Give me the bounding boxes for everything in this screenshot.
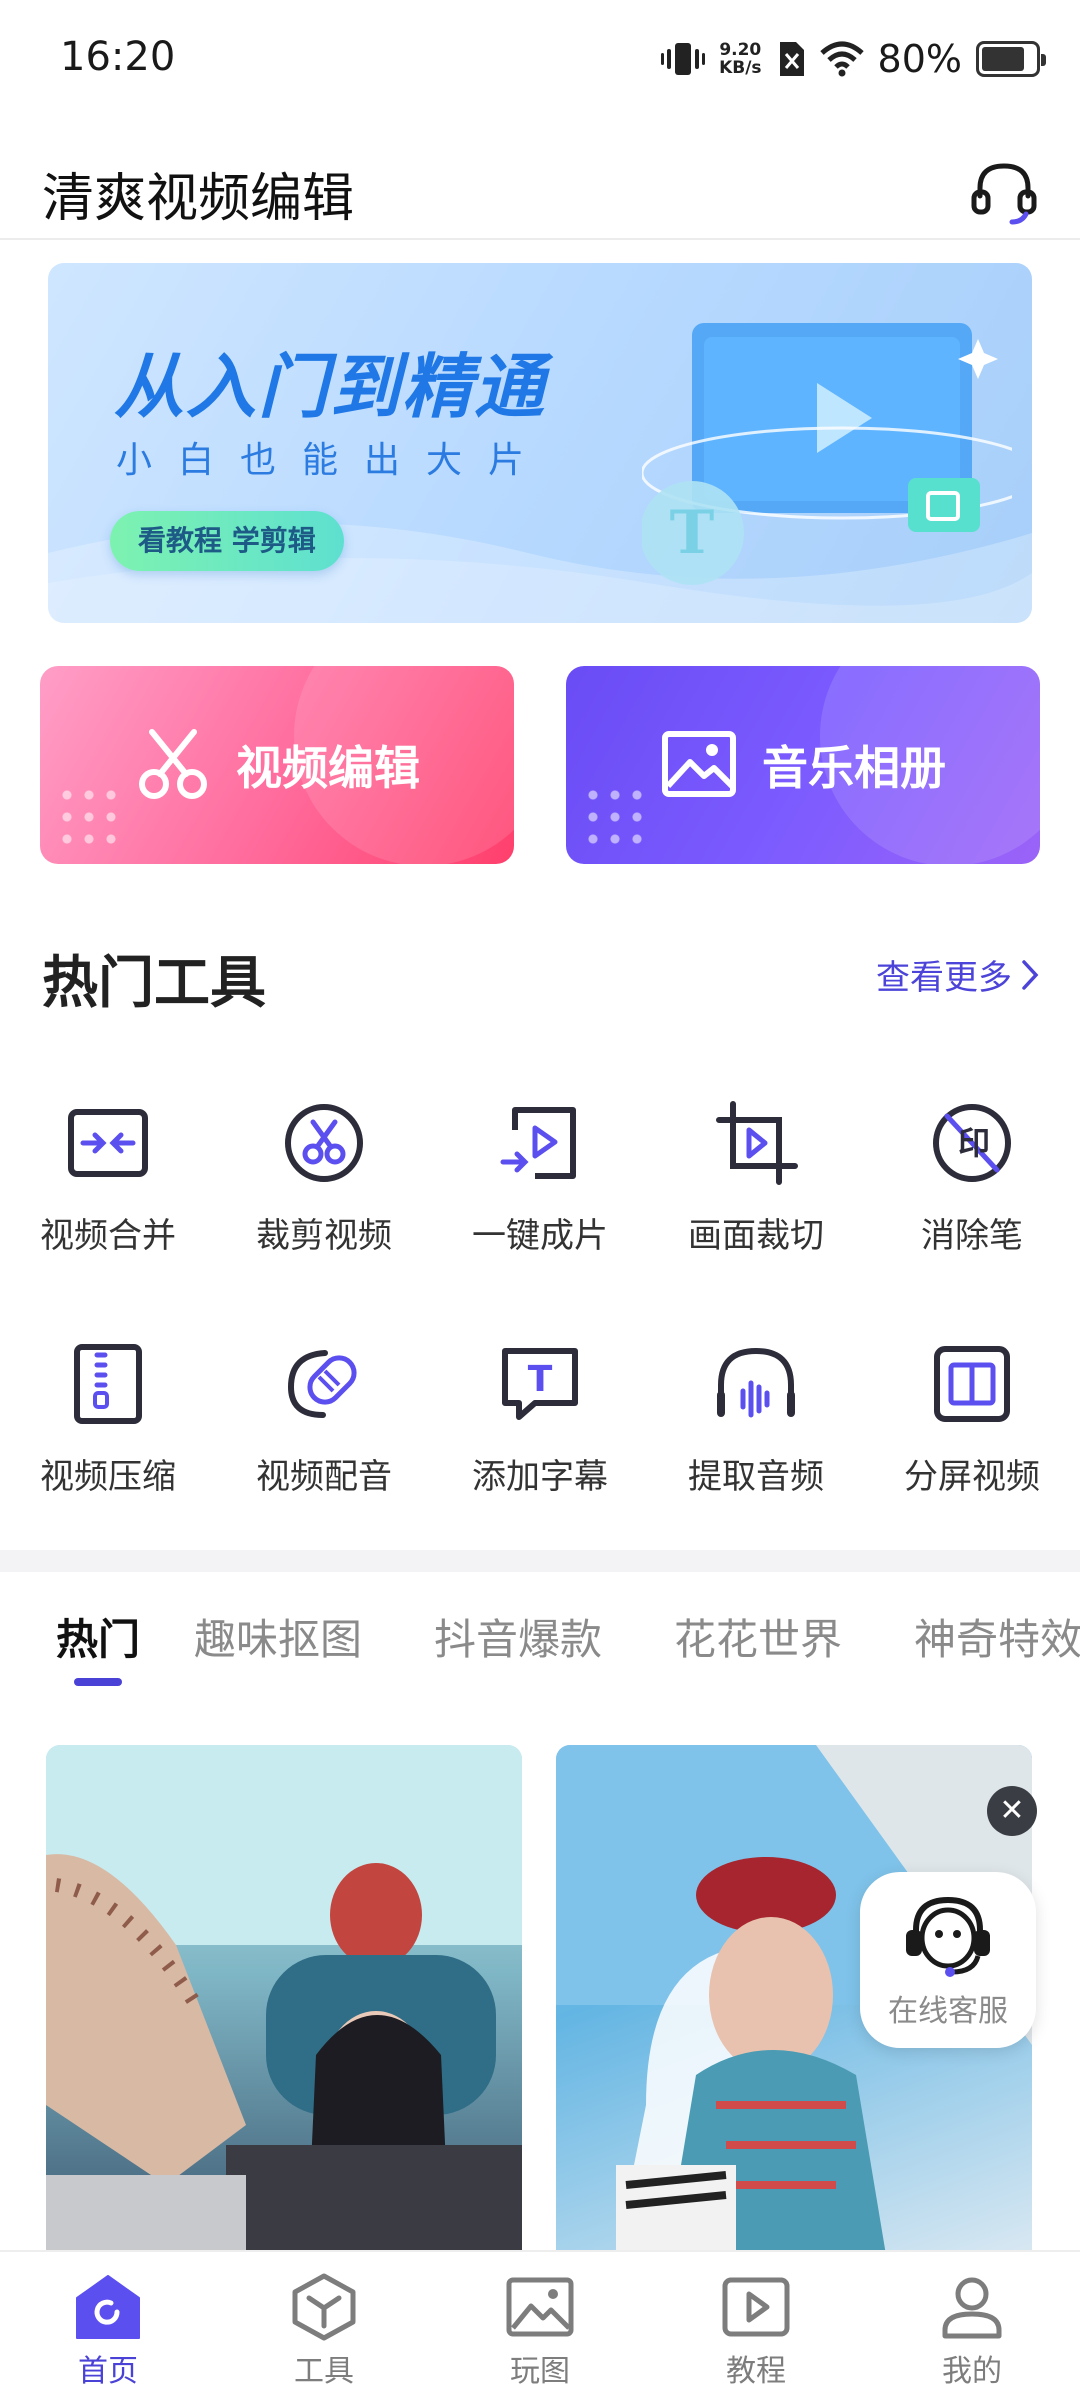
dots-decoration bbox=[56, 784, 122, 850]
tool-label: 裁剪视频 bbox=[256, 1216, 392, 1256]
tool-compress[interactable]: 视频压缩 bbox=[0, 1341, 216, 1498]
no-sim-icon bbox=[779, 42, 804, 76]
cut-video-icon bbox=[285, 1104, 363, 1182]
eraser-icon: 印 bbox=[933, 1104, 1011, 1182]
status-time: 16:20 bbox=[60, 34, 176, 80]
nav-tutorial[interactable]: 教程 bbox=[648, 2252, 864, 2400]
tool-one-click[interactable]: 一键成片 bbox=[432, 1100, 648, 1257]
tool-label: 消除笔 bbox=[921, 1216, 1023, 1256]
merge-icon bbox=[68, 1109, 148, 1177]
tool-crop[interactable]: 画面裁切 bbox=[648, 1100, 864, 1257]
see-more-label: 查看更多 bbox=[876, 958, 1012, 998]
tool-eraser[interactable]: 印 消除笔 bbox=[864, 1100, 1080, 1257]
category-tabs: 热门 趣味抠图 抖音爆款 花花世界 神奇特效 bbox=[0, 1596, 1080, 1696]
headset-icon[interactable] bbox=[968, 154, 1040, 226]
picture-icon bbox=[506, 2277, 574, 2337]
status-icons: 9.20 KB/s 80% bbox=[661, 34, 1046, 84]
tool-label: 分屏视频 bbox=[904, 1457, 1040, 1497]
net-speed-value: 9.20 bbox=[719, 40, 762, 60]
tool-label: 视频压缩 bbox=[40, 1457, 176, 1497]
crop-icon bbox=[716, 1101, 798, 1185]
nav-tutorial-label: 教程 bbox=[726, 2354, 786, 2389]
status-bar: 16:20 9.20 KB/s 80% bbox=[0, 0, 1080, 120]
dubbing-icon bbox=[287, 1350, 357, 1418]
nav-play-picture[interactable]: 玩图 bbox=[432, 2252, 648, 2400]
tab-fun-cutout[interactable]: 趣味抠图 bbox=[194, 1606, 362, 1667]
banner-cta-button[interactable]: 看教程 学剪辑 bbox=[110, 511, 344, 571]
battery-fill bbox=[982, 47, 1024, 71]
dots-decoration bbox=[582, 784, 648, 850]
active-tab-indicator bbox=[74, 1678, 122, 1686]
tool-label: 视频配音 bbox=[256, 1457, 392, 1497]
tool-cut-video[interactable]: 裁剪视频 bbox=[216, 1100, 432, 1257]
video-player-illustration: T bbox=[642, 323, 1012, 585]
tool-split-screen[interactable]: 分屏视频 bbox=[864, 1341, 1080, 1498]
chevron-right-icon bbox=[1022, 959, 1039, 990]
subtitle-icon: T bbox=[502, 1348, 578, 1420]
tab-magic-effects[interactable]: 神奇特效 bbox=[914, 1606, 1080, 1667]
template-photo bbox=[46, 1745, 522, 2255]
one-click-icon bbox=[500, 1107, 576, 1179]
tool-label: 提取音频 bbox=[688, 1457, 824, 1497]
nav-home[interactable]: 首页 bbox=[0, 2252, 216, 2400]
tool-label: 视频合并 bbox=[40, 1216, 176, 1256]
subtitle-glyph: T bbox=[528, 1359, 553, 1400]
tools-grid: 视频合并 裁剪视频 一键成片 画面裁切 印 消除笔 视频压缩 视频配音 T 添加… bbox=[0, 1100, 1080, 1498]
tool-label: 添加字幕 bbox=[472, 1457, 608, 1497]
see-more-link[interactable]: 查看更多 bbox=[876, 950, 1040, 999]
online-support-label: 在线客服 bbox=[888, 1994, 1008, 2029]
hot-tools-title: 热门工具 bbox=[42, 951, 266, 1016]
nav-tools[interactable]: 工具 bbox=[216, 2252, 432, 2400]
section-divider bbox=[0, 1550, 1080, 1572]
tool-subtitle[interactable]: T 添加字幕 bbox=[432, 1341, 648, 1498]
tool-extract-audio[interactable]: 提取音频 bbox=[648, 1341, 864, 1498]
video-edit-card[interactable]: 视频编辑 bbox=[40, 666, 514, 864]
support-agent-icon bbox=[906, 1896, 990, 1977]
online-support-float[interactable]: 在线客服 bbox=[860, 1872, 1036, 2048]
net-speed: 9.20 KB/s bbox=[719, 41, 761, 77]
app-title: 清爽视频编辑 bbox=[42, 169, 355, 229]
nav-play-picture-label: 玩图 bbox=[510, 2354, 570, 2389]
battery-percent: 80% bbox=[877, 37, 962, 81]
wifi-icon bbox=[819, 41, 864, 77]
tool-video-merge[interactable]: 视频合并 bbox=[0, 1100, 216, 1257]
battery-icon bbox=[976, 41, 1046, 77]
nav-tools-label: 工具 bbox=[294, 2354, 354, 2389]
template-card-1[interactable] bbox=[46, 1745, 522, 2255]
banner-title: 从入门到精通 bbox=[114, 346, 546, 428]
home-icon bbox=[76, 2275, 140, 2339]
split-screen-icon bbox=[934, 1346, 1010, 1422]
compress-icon bbox=[74, 1344, 142, 1424]
nav-profile-label: 我的 bbox=[942, 2354, 1002, 2389]
tutorial-banner[interactable]: 从入门到精通 小白也能出大片 看教程 学剪辑 T bbox=[48, 263, 1032, 623]
vibrate-icon bbox=[661, 43, 706, 75]
close-float-button[interactable]: ✕ bbox=[987, 1786, 1037, 1836]
tab-flower-world[interactable]: 花花世界 bbox=[674, 1606, 842, 1667]
profile-icon bbox=[942, 2277, 1002, 2339]
eraser-glyph: 印 bbox=[958, 1124, 990, 1162]
scissors-icon bbox=[139, 729, 207, 799]
tools-icon bbox=[292, 2273, 356, 2341]
bottom-nav: 首页 工具 玩图 教程 我的 bbox=[0, 2250, 1080, 2400]
tool-dubbing[interactable]: 视频配音 bbox=[216, 1341, 432, 1498]
tab-douyin-hits[interactable]: 抖音爆款 bbox=[434, 1606, 602, 1667]
banner-subtitle: 小白也能出大片 bbox=[116, 440, 551, 481]
audio-extract-icon bbox=[717, 1347, 795, 1418]
net-speed-unit: KB/s bbox=[719, 58, 762, 78]
tool-label: 画面裁切 bbox=[688, 1216, 824, 1256]
nav-profile[interactable]: 我的 bbox=[864, 2252, 1080, 2400]
nav-home-label: 首页 bbox=[78, 2354, 138, 2389]
image-icon bbox=[662, 731, 736, 797]
music-album-card[interactable]: 音乐相册 bbox=[566, 666, 1040, 864]
tab-hot[interactable]: 热门 bbox=[56, 1606, 140, 1667]
tool-label: 一键成片 bbox=[472, 1216, 608, 1256]
tutorial-icon bbox=[722, 2277, 790, 2337]
app-header: 清爽视频编辑 bbox=[0, 140, 1080, 240]
banner-art-letter: T bbox=[670, 498, 715, 568]
